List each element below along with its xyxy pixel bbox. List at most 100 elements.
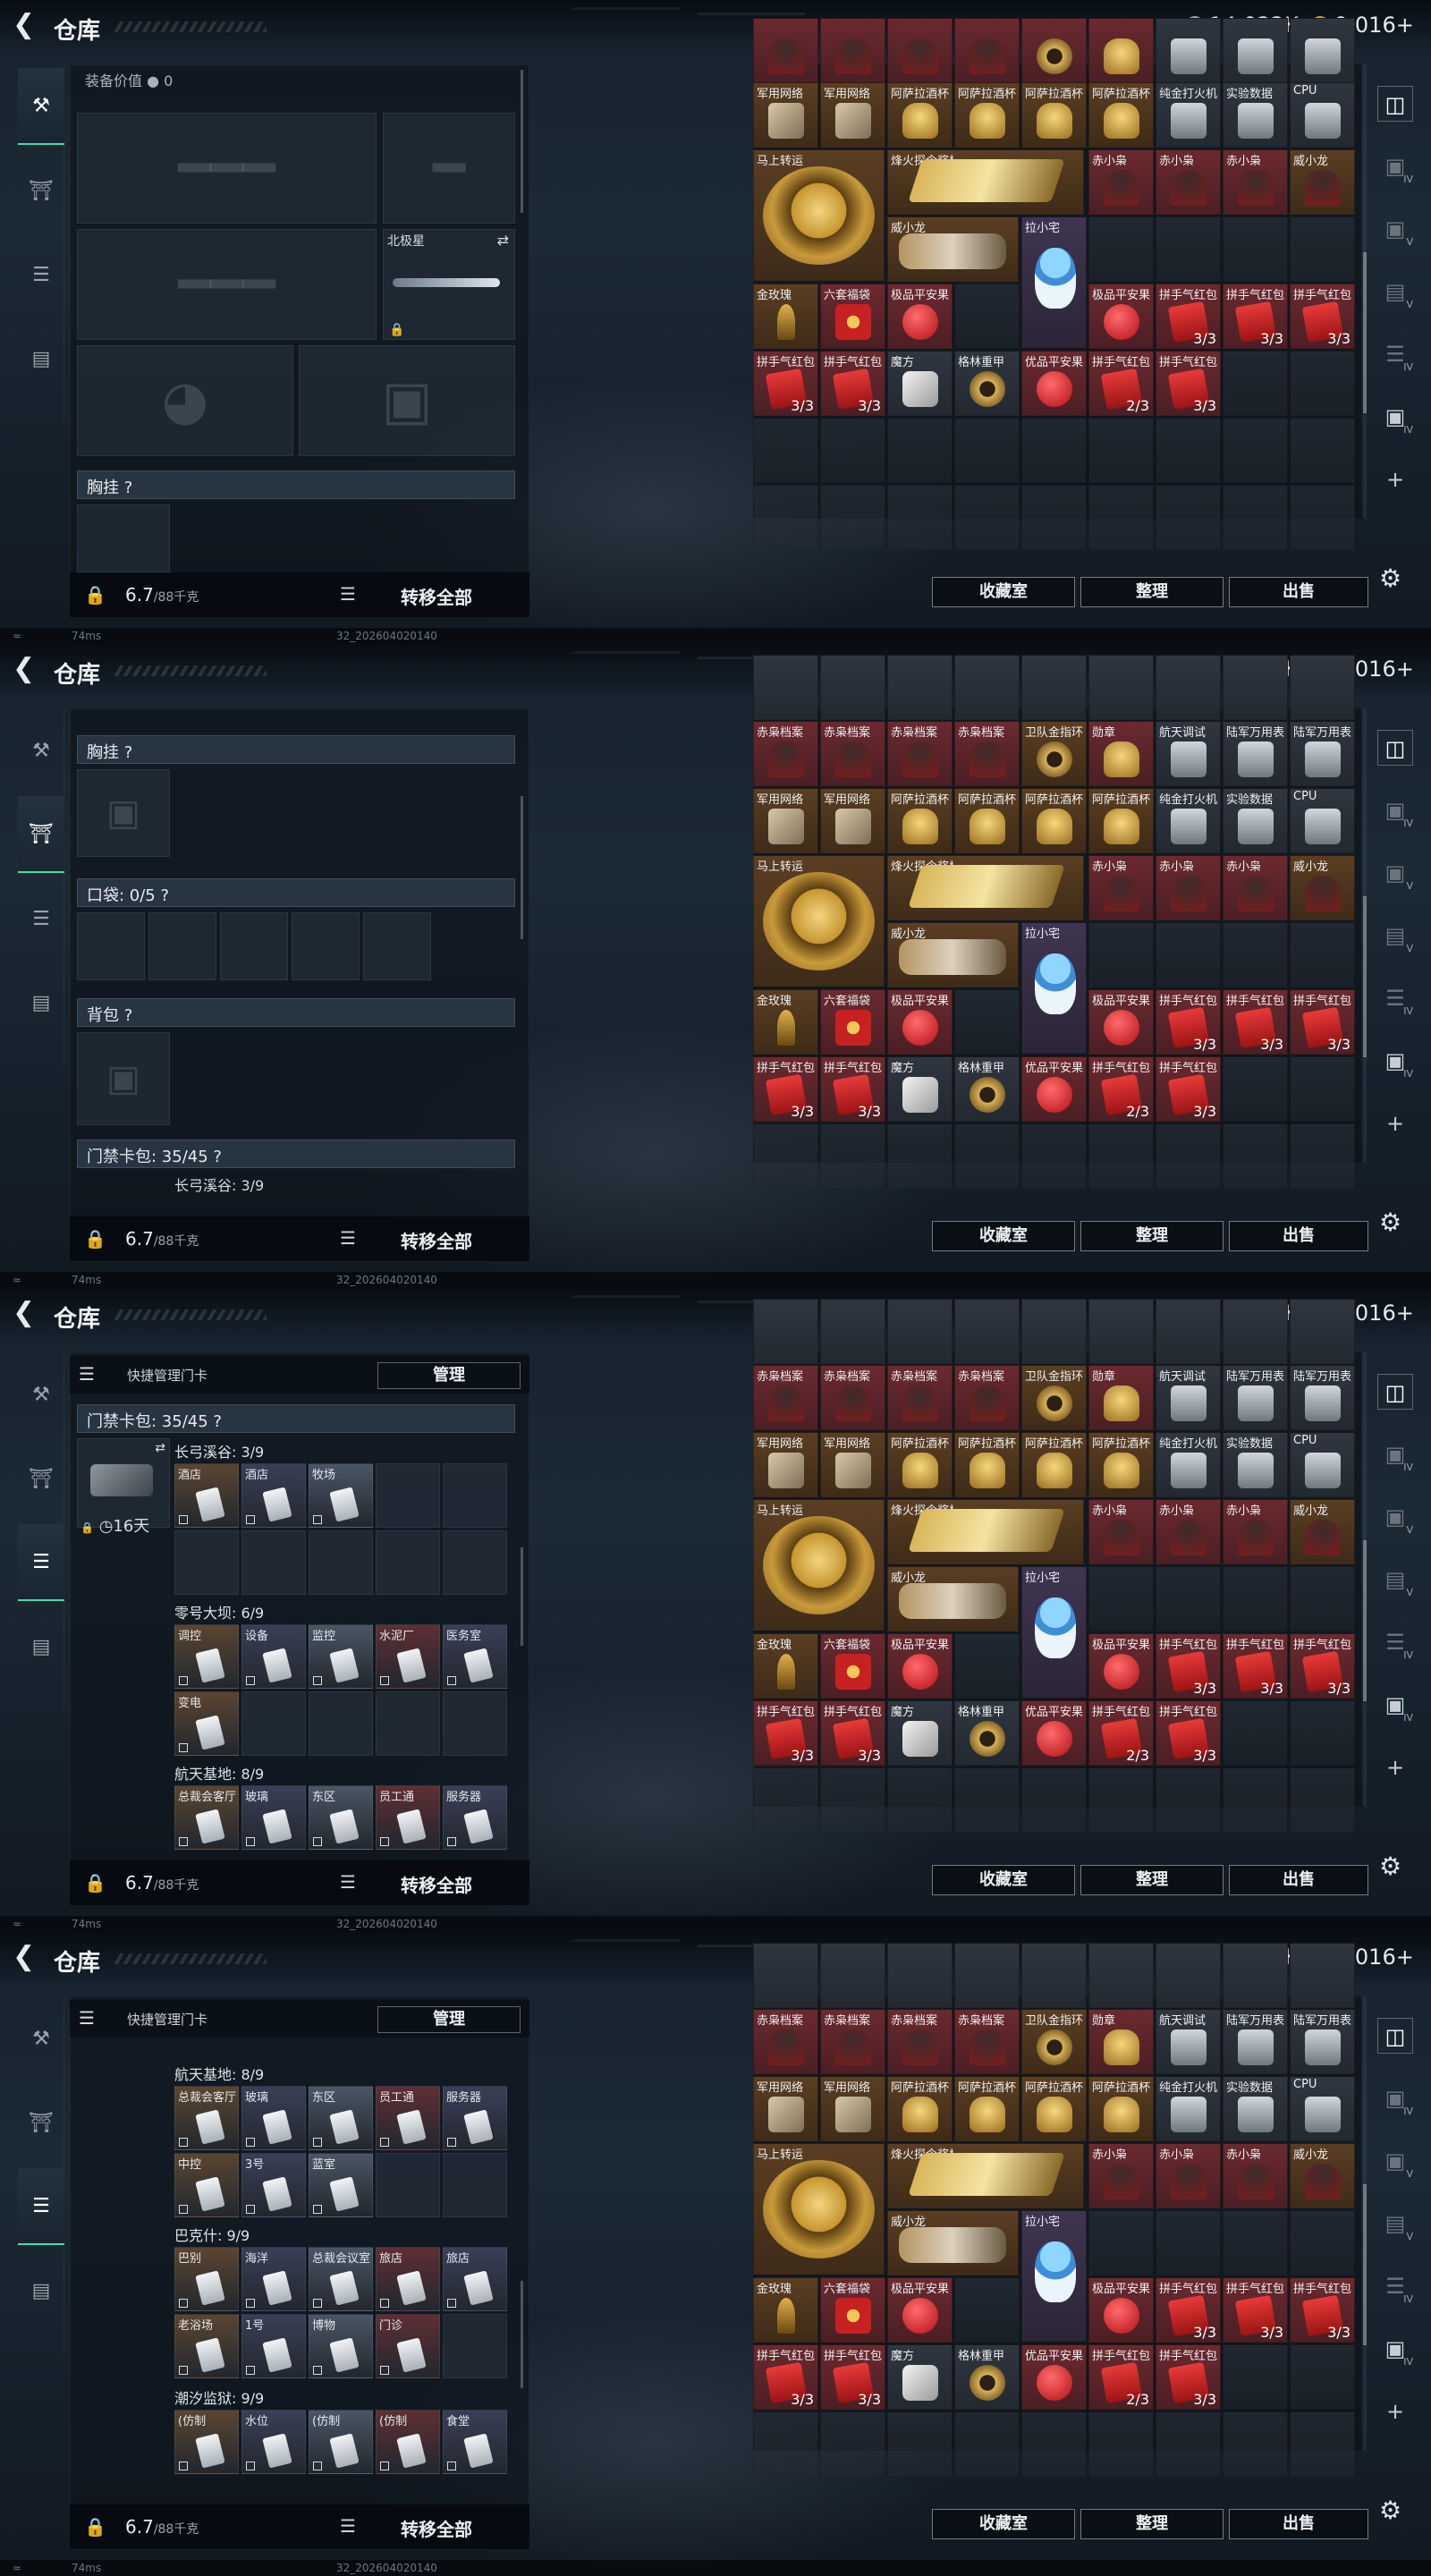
keycard-empty-slot[interactable]	[443, 1691, 507, 1756]
stash-item-partial[interactable]	[1088, 1299, 1154, 1364]
stash-item[interactable]: 拼手气红包 3/3	[1223, 1633, 1288, 1699]
stash-item[interactable]: 陆军万用表	[1290, 2009, 1355, 2074]
stash-item[interactable]: 拼手气红包 3/3	[753, 1056, 818, 1122]
stash-item[interactable]: 拉小宅	[1021, 2210, 1087, 2342]
keycard-item[interactable]: 1号	[241, 2314, 306, 2378]
stash-item[interactable]: 魔方	[887, 2344, 953, 2410]
stash-item[interactable]: 马上转运	[753, 149, 885, 281]
tab-briefcase[interactable]: ▤	[18, 964, 64, 1041]
pistol-slot-ghost[interactable]: ━	[383, 113, 515, 224]
tab-armor[interactable]: ⛩	[18, 1440, 64, 1517]
stash-item[interactable]: 勋章	[1088, 1365, 1154, 1430]
stash-item[interactable]: 军用网络	[820, 82, 885, 148]
sell-button[interactable]: 出售	[1229, 2509, 1368, 2539]
stash-item[interactable]: 拼手气红包 3/3	[820, 1700, 885, 1766]
stash-item[interactable]: 军用网络	[753, 1432, 818, 1497]
stash-item[interactable]: 赤小枭	[1088, 1499, 1154, 1564]
stash-item[interactable]: 拼手气红包 3/3	[820, 1056, 885, 1122]
stash-item-partial[interactable]	[1021, 18, 1087, 83]
select-box-icon[interactable]	[313, 2366, 322, 2375]
stash-empty-slot[interactable]	[1290, 1767, 1355, 1833]
stash-item[interactable]: 格林重甲	[954, 1700, 1020, 1766]
stash-item[interactable]: 拉小宅	[1021, 216, 1087, 348]
stash-item[interactable]: 马上转运	[753, 1499, 885, 1631]
rack-icon[interactable]: ☰ IV	[1377, 336, 1413, 372]
stash-empty-slot[interactable]	[1223, 1056, 1288, 1122]
move-all-button[interactable]: 转移全部	[401, 583, 472, 609]
stash-empty-slot[interactable]	[1088, 216, 1154, 282]
case-icon[interactable]: ▤ V	[1377, 274, 1413, 309]
stash-empty-slot[interactable]	[1156, 2411, 1221, 2477]
stash-empty-slot[interactable]	[1021, 418, 1087, 483]
keycard-item[interactable]: 玻璃	[241, 2086, 306, 2150]
stash-item[interactable]: 赤小枭	[1156, 1499, 1221, 1564]
stash-item[interactable]: 优品平安果	[1021, 2344, 1087, 2410]
select-box-icon[interactable]	[313, 2205, 322, 2214]
keycard-empty-slot[interactable]	[376, 1691, 440, 1756]
stash-item[interactable]: 拼手气红包 3/3	[1156, 1700, 1221, 1766]
stash-empty-slot[interactable]	[1223, 1767, 1288, 1833]
rack-icon[interactable]: ☰ IV	[1377, 2268, 1413, 2304]
stash-item-partial[interactable]	[954, 1299, 1020, 1364]
stash-item[interactable]: 拼手气红包 3/3	[1156, 989, 1221, 1055]
helmet-slot[interactable]: ◕	[77, 345, 293, 456]
stash-empty-slot[interactable]	[887, 1123, 953, 1189]
stash-item[interactable]: 军用网络	[820, 1432, 885, 1497]
keycard-item[interactable]: 员工通	[376, 2086, 440, 2150]
back-arrow-icon[interactable]: ❮	[13, 1944, 38, 1970]
settings-gear-icon[interactable]: ⚙	[1379, 564, 1401, 593]
manage-button[interactable]: 管理	[377, 1362, 521, 1389]
stash-item[interactable]: 赤枭档案	[887, 2009, 953, 2074]
stash-item[interactable]: 拼手气红包 3/3	[1223, 989, 1288, 1055]
stash-item[interactable]: 拼手气红包 3/3	[1290, 1633, 1355, 1699]
select-box-icon[interactable]	[380, 2462, 389, 2470]
stash-item[interactable]: 赤枭档案	[954, 1365, 1020, 1430]
tab-briefcase[interactable]: ▤	[18, 320, 64, 397]
keycard-item[interactable]: 酒店	[174, 1463, 239, 1528]
sort-button[interactable]: 整理	[1080, 577, 1224, 607]
stash-item-partial[interactable]	[1156, 1299, 1221, 1364]
stash-item[interactable]: 阿萨拉酒杯	[954, 82, 1020, 148]
stash-item[interactable]: 拼手气红包 3/3	[1156, 2344, 1221, 2410]
stash-item[interactable]: 拼手气红包 3/3	[1156, 2277, 1221, 2343]
stash-empty-slot[interactable]	[1290, 216, 1355, 282]
stash-empty-slot[interactable]	[1021, 1767, 1087, 1833]
stash-empty-slot[interactable]	[1290, 1700, 1355, 1766]
stash-item-partial[interactable]	[1156, 655, 1221, 720]
stash-item-partial[interactable]	[1088, 655, 1154, 720]
melee-slot[interactable]: 北极星 ⇄ 🔒	[383, 229, 515, 340]
stash-item[interactable]: 阿萨拉酒杯	[954, 788, 1020, 853]
select-box-icon[interactable]	[380, 1837, 389, 1846]
stash-empty-slot[interactable]	[1290, 418, 1355, 483]
keycard-item[interactable]: 巴别	[174, 2247, 239, 2311]
keycard-empty-slot[interactable]	[309, 1530, 373, 1595]
stash-item[interactable]: 拼手气红包 3/3	[820, 351, 885, 416]
stash-item[interactable]: CPU	[1290, 82, 1355, 148]
stash-empty-slot[interactable]	[1021, 2411, 1087, 2477]
safe-icon[interactable]: ▣ IV	[1377, 2331, 1413, 2367]
case-icon[interactable]: ▤ V	[1377, 918, 1413, 953]
stash-empty-slot[interactable]	[1290, 2411, 1355, 2477]
sell-button[interactable]: 出售	[1229, 1221, 1368, 1251]
stash-item[interactable]: 赤小枭	[1088, 149, 1154, 215]
stash-item-partial[interactable]	[1088, 1943, 1154, 2008]
add-icon[interactable]: +	[1377, 462, 1413, 497]
select-box-icon[interactable]	[313, 2138, 322, 2147]
stash-empty-slot[interactable]	[887, 485, 953, 550]
stash-item[interactable]: 纯金打火机	[1156, 1432, 1221, 1497]
select-box-icon[interactable]	[246, 2205, 255, 2214]
tab-armor[interactable]: ⛩	[18, 796, 64, 873]
select-box-icon[interactable]	[313, 1515, 322, 1524]
stash-empty-slot[interactable]	[1290, 1566, 1355, 1631]
stash-item[interactable]: 阿萨拉酒杯	[1021, 2076, 1087, 2141]
move-all-button[interactable]: 转移全部	[401, 2515, 472, 2541]
tab-briefcase[interactable]: ▤	[18, 1608, 64, 1685]
map-icon[interactable]: ▣ IV	[1377, 2080, 1413, 2116]
camera-icon[interactable]: ▣ V	[1377, 211, 1413, 247]
sort-button[interactable]: 整理	[1080, 1865, 1224, 1895]
keycard-item[interactable]: 医务室	[443, 1624, 507, 1689]
stash-item-partial[interactable]	[1021, 655, 1087, 720]
stash-empty-slot[interactable]	[954, 1123, 1020, 1189]
lock-icon[interactable]: 🔒	[84, 1228, 106, 1250]
stash-item[interactable]: 极品平安果	[1088, 284, 1154, 349]
